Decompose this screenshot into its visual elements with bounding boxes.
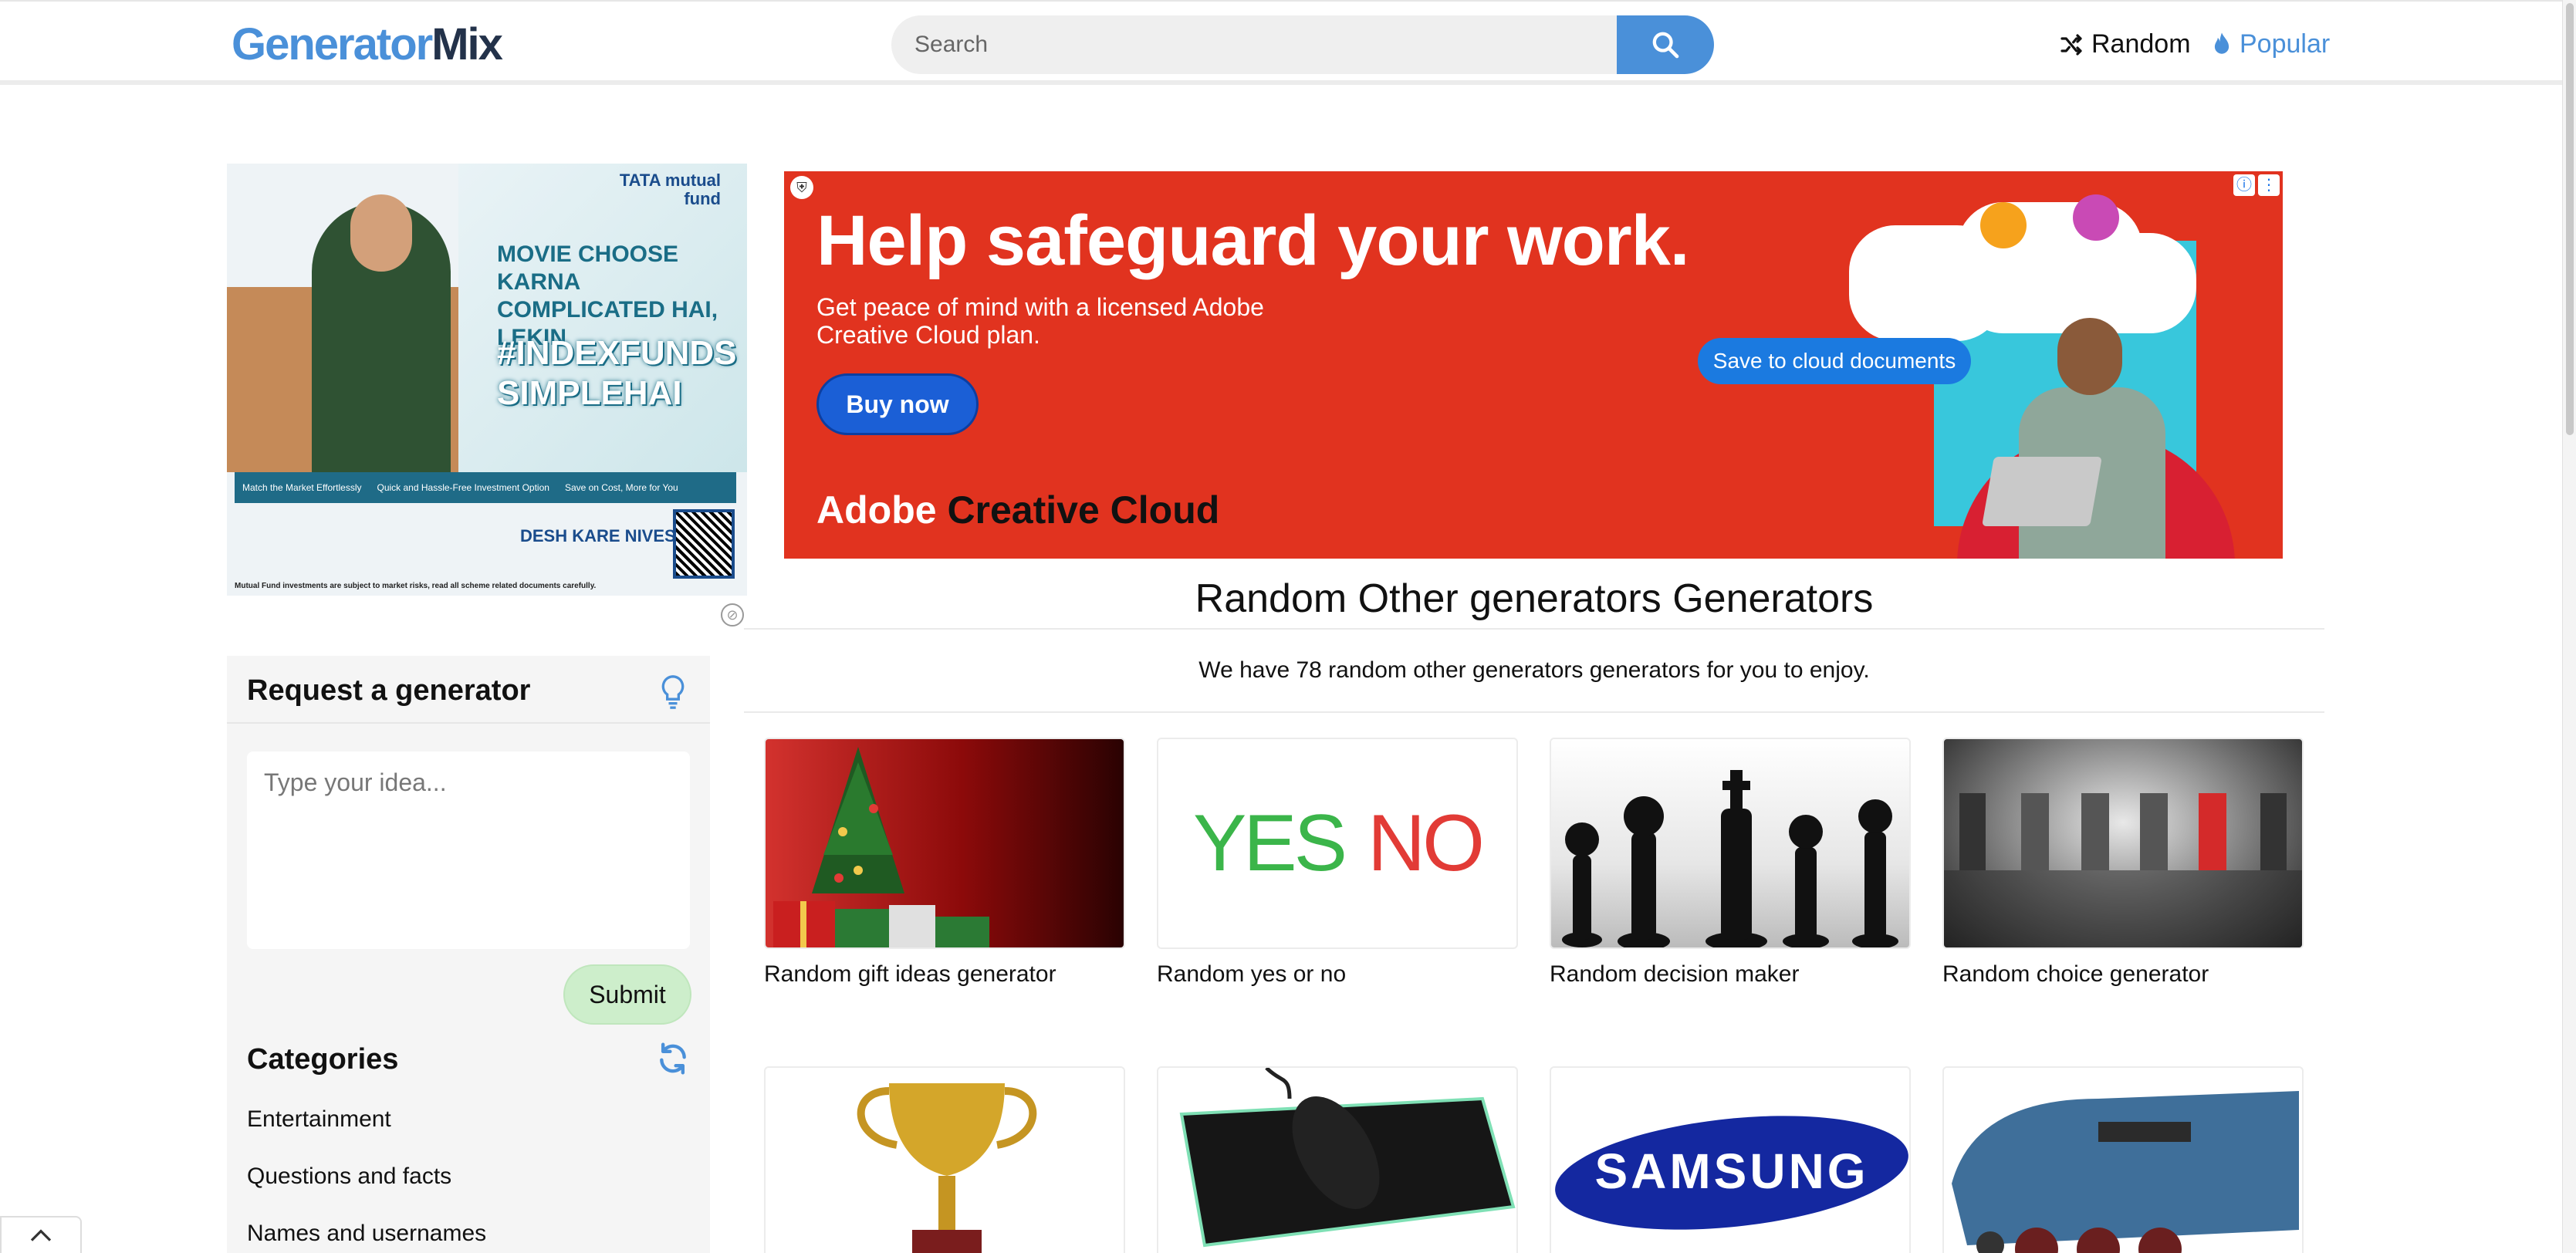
generator-label[interactable]: Random decision maker bbox=[1550, 961, 1911, 988]
generator-label[interactable]: Random yes or no bbox=[1157, 961, 1518, 988]
search-bar bbox=[891, 15, 1714, 74]
scrollbar-thumb[interactable] bbox=[2566, 3, 2574, 435]
svg-text:SAMSUNG: SAMSUNG bbox=[1594, 1143, 1868, 1199]
adobe-creative-cloud-ad[interactable]: Help safeguard your work. Get peace of m… bbox=[784, 171, 2283, 559]
ad-menu-icon[interactable]: ⋮ bbox=[2258, 174, 2280, 196]
ad-main-headline: Help safeguard your work. bbox=[816, 201, 1689, 280]
search-icon bbox=[1652, 32, 1679, 59]
generator-card[interactable]: Random choice generator bbox=[1942, 738, 2304, 988]
search-button[interactable] bbox=[1617, 15, 1714, 74]
buy-now-button[interactable]: Buy now bbox=[816, 373, 979, 435]
ad-man-laptop-image bbox=[1982, 302, 2189, 559]
site-logo[interactable]: GeneratorMix bbox=[232, 19, 503, 70]
christmas-tree-icon bbox=[764, 738, 1125, 949]
tata-mutual-fund-ad[interactable]: TATA mutual fund MOVIE CHOOSE KARNA COMP… bbox=[227, 164, 747, 596]
gaming-mouse-icon bbox=[1157, 1066, 1518, 1253]
ad-tagline: #INDEXFUNDS SIMPLEHAI bbox=[497, 334, 737, 412]
ad-disclaimer: Mutual Fund investments are subject to m… bbox=[235, 582, 597, 590]
generator-card[interactable]: SAMSUNG bbox=[1550, 1066, 1911, 1253]
request-generator-heading: Request a generator bbox=[247, 674, 531, 707]
samsung-logo-icon: SAMSUNG bbox=[1550, 1066, 1911, 1253]
lightbulb-icon bbox=[656, 673, 690, 715]
categories-heading: Categories bbox=[247, 1043, 399, 1076]
ad-controls: ⓘ ⋮ bbox=[2233, 174, 2280, 196]
idea-textarea[interactable] bbox=[247, 751, 690, 949]
generator-card[interactable]: Random gift ideas generator bbox=[764, 738, 1125, 988]
flame-icon bbox=[2214, 32, 2229, 54]
generator-card[interactable]: YES NO Random yes or no bbox=[1157, 738, 1518, 988]
category-questions-and-facts[interactable]: Questions and facts bbox=[247, 1164, 451, 1190]
top-header: GeneratorMix Random Popular bbox=[0, 0, 2562, 85]
back-to-top-button[interactable] bbox=[0, 1216, 82, 1253]
chevron-up-icon bbox=[30, 1229, 52, 1241]
page-title: Random Other generators Generators bbox=[1195, 576, 1874, 621]
search-input[interactable] bbox=[891, 15, 1617, 74]
ad-main-subtext: Get peace of mind with a licensed Adobe … bbox=[816, 293, 1264, 349]
category-names-and-usernames[interactable]: Names and usernames bbox=[247, 1221, 486, 1247]
trophy-icon bbox=[764, 1066, 1125, 1253]
privacy-shield-icon[interactable]: ⛨ bbox=[790, 176, 813, 199]
doors-icon bbox=[1942, 738, 2304, 949]
ad-info-icon[interactable]: ⓘ bbox=[2233, 174, 2255, 196]
page-scrollbar[interactable] bbox=[2562, 0, 2576, 1253]
submit-button[interactable]: Submit bbox=[563, 964, 691, 1025]
page-subtitle: We have 78 random other generators gener… bbox=[1198, 657, 1870, 683]
chess-pieces-icon bbox=[1550, 738, 1911, 949]
ad-brand: TATA mutual fund bbox=[619, 171, 721, 208]
divider bbox=[744, 628, 2324, 630]
nav-random-link[interactable]: Random bbox=[2059, 29, 2191, 59]
save-to-cloud-label: Save to cloud documents bbox=[1698, 338, 1971, 384]
generator-card[interactable] bbox=[764, 1066, 1125, 1253]
generator-label[interactable]: Random gift ideas generator bbox=[764, 961, 1125, 988]
category-entertainment[interactable]: Entertainment bbox=[247, 1106, 391, 1133]
ad-campaign: DESH KARE NIVESH bbox=[520, 526, 688, 545]
shuffle-icon bbox=[2060, 33, 2082, 56]
sidebar: Request a generator Submit Categories En… bbox=[227, 656, 710, 1253]
generator-card[interactable]: Random decision maker bbox=[1550, 738, 1911, 988]
refresh-icon[interactable] bbox=[656, 1042, 690, 1079]
qr-code bbox=[673, 509, 735, 579]
ad-points-strip: Match the Market Effortlessly Quick and … bbox=[235, 472, 736, 503]
adobe-brand: Adobe Creative Cloud bbox=[816, 488, 1220, 532]
steam-locomotive-icon bbox=[1942, 1066, 2304, 1253]
generator-card[interactable] bbox=[1942, 1066, 2304, 1253]
generator-label[interactable]: Random choice generator bbox=[1942, 961, 2304, 988]
generator-card[interactable] bbox=[1157, 1066, 1518, 1253]
divider bbox=[744, 711, 2324, 713]
nav-popular-link[interactable]: Popular bbox=[2212, 29, 2330, 59]
ad-choices-icon[interactable]: ⊘ bbox=[721, 603, 744, 626]
yes-no-icon: YES NO bbox=[1157, 738, 1518, 949]
